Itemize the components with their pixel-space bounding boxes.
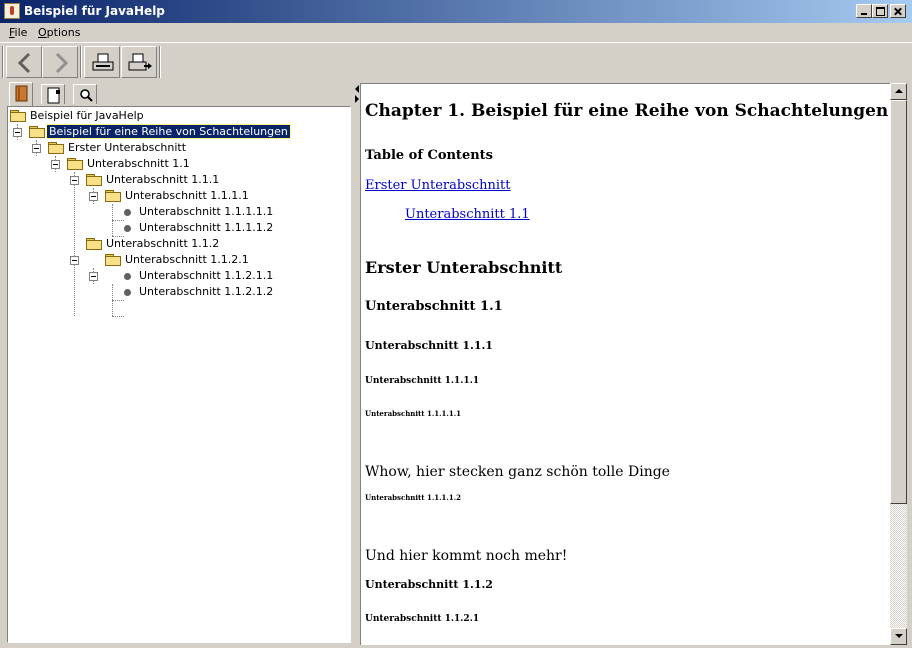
paragraph: Und hier kommt noch mehr! — [365, 548, 568, 564]
section-heading: Unterabschnitt 1.1.1 — [365, 339, 493, 352]
scroll-down-button[interactable] — [890, 628, 907, 645]
minimize-button[interactable] — [856, 4, 872, 18]
collapse-toggle[interactable] — [89, 272, 98, 281]
tree-node[interactable]: Unterabschnitt 1.1 — [67, 156, 192, 172]
back-arrow-icon — [17, 52, 31, 74]
tree-line — [74, 172, 75, 316]
folder-icon — [86, 174, 102, 186]
chapter-title: Chapter 1. Beispiel für eine Reihe von S… — [365, 101, 889, 121]
folder-icon — [10, 110, 26, 122]
toolbar-separator — [159, 46, 161, 78]
topic-dot-icon — [124, 288, 131, 296]
tree-node-selected[interactable]: Beispiel für eine Reihe von Schachtelung… — [29, 124, 291, 140]
close-button[interactable] — [890, 4, 906, 18]
tab-toc[interactable] — [9, 82, 33, 106]
tree-node[interactable]: Unterabschnitt 1.1.2 — [86, 236, 221, 252]
topic-dot-icon — [124, 224, 131, 232]
tree-node[interactable]: Unterabschnitt 1.1.2.1 — [105, 252, 251, 268]
toc-heading: Table of Contents — [365, 148, 493, 163]
menu-options[interactable]: Options — [38, 26, 80, 39]
collapse-toggle[interactable] — [89, 192, 98, 201]
section-heading: Unterabschnitt 1.1 — [365, 299, 503, 314]
topic-dot-icon — [124, 272, 131, 280]
navigator-panel: Beispiel für JavaHelp Beispiel für eine … — [3, 82, 355, 645]
collapse-toggle[interactable] — [70, 176, 79, 185]
tree-node-leaf[interactable]: Unterabschnitt 1.1.1.1.2 — [120, 220, 275, 236]
tree-node[interactable]: Beispiel für JavaHelp — [10, 108, 146, 124]
navigator-tabs — [3, 82, 355, 106]
toolbar — [0, 42, 912, 80]
tree-node[interactable]: Unterabschnitt 1.1.1.1 — [105, 188, 251, 204]
forward-arrow-icon — [55, 52, 69, 74]
tree-line — [112, 316, 124, 317]
folder-icon — [105, 190, 121, 202]
back-button[interactable] — [6, 46, 42, 78]
scroll-thumb[interactable] — [890, 100, 907, 504]
toc-link-1-1[interactable]: Unterabschnitt 1.1 — [405, 207, 530, 222]
section-heading: Unterabschnitt 1.1.1.1.1 — [365, 409, 462, 418]
folder-icon — [105, 254, 121, 266]
tree-node-leaf[interactable]: Unterabschnitt 1.1.2.1.2 — [120, 284, 275, 300]
tab-index[interactable] — [41, 84, 65, 104]
java-app-icon[interactable] — [4, 3, 20, 19]
tab-search[interactable] — [73, 84, 97, 104]
tree-line — [112, 300, 124, 301]
toc-link-erster[interactable]: Erster Unterabschnitt — [365, 178, 510, 193]
section-heading: Unterabschnitt 1.1.1.1 — [365, 376, 480, 386]
section-heading: Unterabschnitt 1.1.2 — [365, 578, 493, 591]
title-bar[interactable]: Beispiel für JavaHelp — [0, 0, 912, 23]
tree-node[interactable]: Erster Unterabschnitt — [48, 140, 188, 156]
toolbar-grip[interactable] — [2, 46, 4, 78]
tree-node[interactable]: Unterabschnitt 1.1.1 — [86, 172, 221, 188]
collapse-toggle[interactable] — [32, 144, 41, 153]
print-icon — [92, 53, 114, 71]
tree-node-leaf[interactable]: Unterabschnitt 1.1.1.1.1 — [120, 204, 275, 220]
folder-icon — [29, 126, 45, 138]
menu-bar: File Options — [0, 23, 912, 42]
collapse-toggle[interactable] — [70, 256, 79, 265]
paragraph: Whow, hier stecken ganz schön tolle Ding… — [365, 464, 670, 480]
tree-node-leaf[interactable]: Unterabschnitt 1.1.2.1.1 — [120, 268, 275, 284]
section-heading: Unterabschnitt 1.1.1.1.2 — [365, 493, 462, 502]
collapse-toggle[interactable] — [51, 160, 60, 169]
index-icon — [47, 87, 60, 104]
page-setup-icon — [128, 53, 152, 71]
window-title: Beispiel für JavaHelp — [24, 4, 165, 18]
maximize-button[interactable] — [872, 4, 888, 18]
toc-book-icon — [15, 85, 28, 102]
folder-icon — [48, 142, 64, 154]
folder-icon — [86, 238, 102, 250]
scroll-up-button[interactable] — [890, 83, 907, 100]
print-button[interactable] — [84, 46, 120, 78]
search-magnifier-icon — [80, 89, 93, 102]
help-content-viewer[interactable]: Chapter 1. Beispiel für eine Reihe von S… — [360, 83, 890, 645]
page-setup-button[interactable] — [121, 46, 157, 78]
toolbar-separator — [80, 46, 82, 78]
content-scrollbar[interactable] — [890, 83, 907, 645]
section-heading: Erster Unterabschnitt — [365, 258, 563, 277]
folder-icon — [67, 158, 83, 170]
forward-button[interactable] — [42, 46, 78, 78]
toc-tree[interactable]: Beispiel für JavaHelp Beispiel für eine … — [7, 106, 351, 643]
topic-dot-icon — [124, 208, 131, 216]
section-heading: Unterabschnitt 1.1.2.1 — [365, 614, 480, 624]
menu-file[interactable]: File — [9, 26, 27, 39]
collapse-toggle[interactable] — [13, 128, 22, 137]
